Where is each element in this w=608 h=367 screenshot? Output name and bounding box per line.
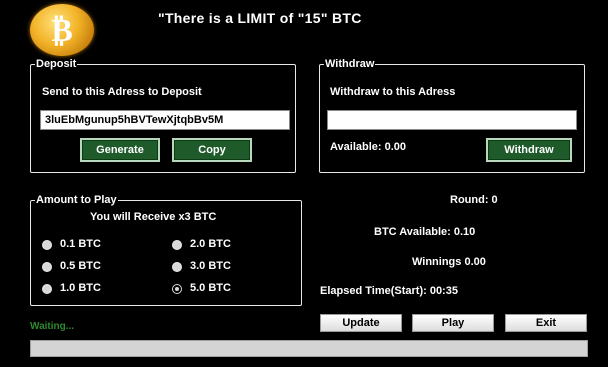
radio-label-1-0-btc: 1.0 BTC	[60, 282, 101, 294]
radio-3-0-btc[interactable]	[172, 262, 182, 272]
radio-0-5-btc[interactable]	[42, 262, 52, 272]
radio-2-0-btc[interactable]	[172, 240, 182, 250]
withdraw-address-field[interactable]	[327, 110, 577, 130]
receive-multiplier-text: You will Receive x3 BTC	[90, 211, 217, 223]
available-balance-text: Available: 0.00	[330, 141, 407, 153]
radio-5-0-btc[interactable]	[172, 284, 182, 294]
withdraw-instruction: Withdraw to this Adress	[330, 86, 456, 98]
radio-1-0-btc[interactable]	[42, 284, 52, 294]
status-text: Waiting...	[30, 321, 75, 332]
deposit-instruction: Send to this Adress to Deposit	[42, 86, 202, 98]
elapsed-time-text: Elapsed Time(Start): 00:35	[320, 285, 458, 297]
bitcoin-logo: ₿	[30, 4, 94, 56]
deposit-legend: Deposit	[36, 58, 77, 70]
generate-button[interactable]: Generate	[80, 138, 160, 162]
round-text: Round: 0	[450, 194, 498, 206]
exit-button[interactable]: Exit	[505, 314, 587, 332]
radio-label-3-0-btc: 3.0 BTC	[190, 260, 231, 272]
progress-bar	[30, 340, 588, 357]
update-button[interactable]: Update	[320, 314, 402, 332]
radio-label-0-5-btc: 0.5 BTC	[60, 260, 101, 272]
limit-headline: "There is a LIMIT of "15" BTC	[158, 10, 362, 26]
radio-label-0-1-btc: 0.1 BTC	[60, 238, 101, 250]
radio-0-1-btc[interactable]	[42, 240, 52, 250]
bitcoin-icon: ₿	[51, 11, 73, 49]
amount-legend: Amount to Play	[36, 194, 117, 206]
winnings-text: Winnings 0.00	[412, 256, 486, 268]
radio-label-5-0-btc: 5.0 BTC	[190, 282, 231, 294]
deposit-address-field[interactable]: 3luEbMgunup5hBVTewXjtqbBv5M	[40, 110, 290, 130]
play-button[interactable]: Play	[412, 314, 494, 332]
copy-button[interactable]: Copy	[172, 138, 252, 162]
withdraw-legend: Withdraw	[325, 58, 375, 70]
withdraw-button[interactable]: Withdraw	[486, 138, 572, 162]
radio-label-2-0-btc: 2.0 BTC	[190, 238, 231, 250]
btc-available-text: BTC Available: 0.10	[374, 226, 476, 238]
